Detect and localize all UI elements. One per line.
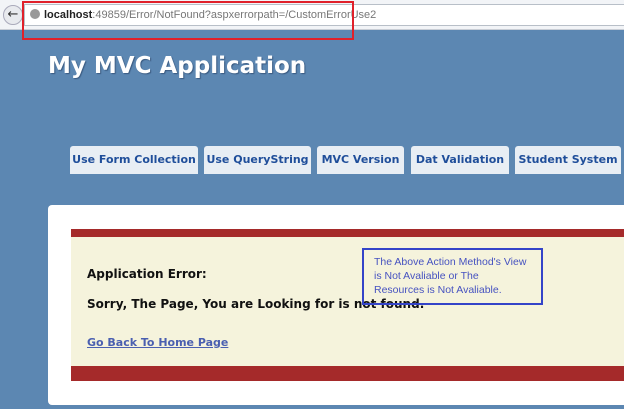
tab-student-system[interactable]: Student System (515, 146, 621, 174)
tab-dat-validation[interactable]: Dat Validation (411, 146, 509, 174)
error-heading: Application Error: (87, 267, 207, 281)
annotation-note: The Above Action Method's View is Not Av… (362, 248, 543, 305)
home-link[interactable]: Go Back To Home Page (87, 336, 228, 349)
back-button[interactable]: ← (3, 5, 23, 25)
tab-use-form-collection[interactable]: Use Form Collection (70, 146, 198, 174)
tab-mvc-version[interactable]: MVC Version (317, 146, 404, 174)
highlight-box (22, 1, 354, 40)
page-title: My MVC Application (48, 53, 307, 79)
tab-use-querystring[interactable]: Use QueryString (204, 146, 311, 174)
